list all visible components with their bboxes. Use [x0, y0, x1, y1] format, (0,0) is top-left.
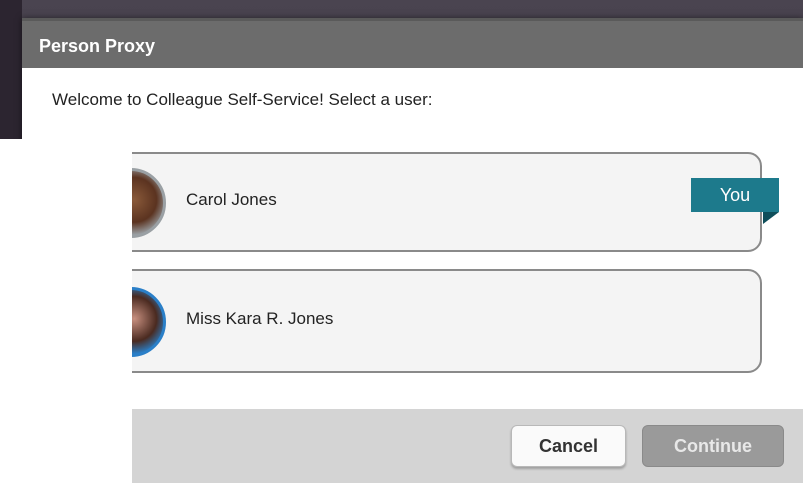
person-proxy-dialog: Person Proxy Welcome to Colleague Self-S… — [22, 18, 803, 483]
continue-button[interactable]: Continue — [642, 425, 784, 467]
badge-fold-icon — [763, 212, 779, 224]
cancel-button[interactable]: Cancel — [511, 425, 626, 467]
dialog-footer: Cancel Continue — [22, 409, 803, 483]
user-card-carol-jones[interactable]: Carol Jones — [96, 152, 762, 252]
you-badge: You — [691, 178, 779, 212]
user-card-kara-jones[interactable]: Miss Kara R. Jones — [96, 269, 762, 373]
user-name: Carol Jones — [186, 190, 277, 209]
user-name: Miss Kara R. Jones — [186, 309, 334, 328]
redaction-block — [0, 139, 132, 483]
welcome-message: Welcome to Colleague Self-Service! Selec… — [52, 90, 433, 109]
dialog-title: Person Proxy — [22, 18, 803, 68]
background-strip — [0, 0, 22, 145]
